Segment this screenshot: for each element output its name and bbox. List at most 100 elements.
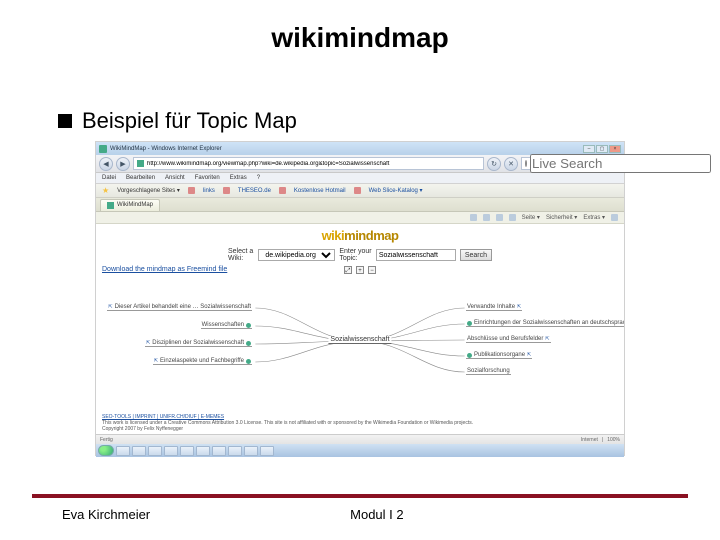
maximize-button[interactable]: ▢ — [596, 145, 608, 153]
safety-menu[interactable]: Sicherheit ▾ — [546, 214, 577, 221]
taskbar-button[interactable] — [148, 446, 162, 456]
home-icon[interactable] — [470, 214, 477, 221]
favlink-c[interactable]: Kostenlose Hotmail — [294, 188, 346, 194]
refresh-button[interactable]: ↻ — [487, 157, 501, 171]
status-done: Fertig — [100, 437, 113, 443]
menu-file[interactable]: Datei — [102, 175, 116, 181]
taskbar-button[interactable] — [132, 446, 146, 456]
mindmap-node[interactable]: Sozialforschung — [466, 368, 511, 375]
forward-button[interactable]: ▶ — [116, 157, 130, 171]
favlink-icon — [223, 187, 230, 194]
taskbar-button[interactable] — [180, 446, 194, 456]
extras-menu[interactable]: Extras ▾ — [583, 214, 605, 221]
help-icon[interactable] — [611, 214, 618, 221]
mindmap-center-node[interactable]: Sozialwissenschaft — [328, 336, 391, 344]
taskbar-button[interactable] — [244, 446, 258, 456]
zoom-in-icon[interactable]: + — [356, 266, 364, 274]
external-link-icon[interactable]: ⇱ — [545, 336, 549, 342]
favlink-b[interactable]: THESEO.de — [238, 188, 271, 194]
mindmap-node[interactable]: ⇱Dieser Artikel behandelt eine … Sozialw… — [107, 304, 252, 311]
expand-icon[interactable] — [246, 359, 251, 364]
favlink-icon — [188, 187, 195, 194]
tab-favicon-icon — [107, 202, 114, 209]
taskbar-button[interactable] — [116, 446, 130, 456]
window-title: WikiMindMap - Windows Internet Explorer — [110, 146, 222, 152]
external-link-icon[interactable]: ⇱ — [146, 340, 150, 346]
close-button[interactable]: × — [609, 145, 621, 153]
status-bar: Fertig Internet | 100% — [96, 434, 624, 444]
zoom-out-icon[interactable]: − — [368, 266, 376, 274]
menu-view[interactable]: Ansicht — [165, 175, 185, 181]
mindmap-node[interactable]: Wissenschaften — [201, 322, 252, 329]
status-zone: Internet — [581, 437, 598, 443]
mindmap-node[interactable]: Verwandte Inhalte⇱ — [466, 304, 522, 311]
topic-label: Enter your Topic: — [339, 248, 372, 262]
favlink-icon — [354, 187, 361, 194]
expand-icon[interactable] — [467, 353, 472, 358]
page-menu[interactable]: Seite ▾ — [522, 214, 540, 221]
external-link-icon[interactable]: ⇱ — [108, 304, 112, 310]
map-tools: ⤢ + − — [344, 266, 376, 274]
mindmap-node[interactable]: ⇱Einzelaspekte und Fachbegriffe — [153, 358, 252, 365]
footer-module: Modul I 2 — [350, 507, 403, 522]
tab-label: WikiMindMap — [117, 202, 153, 208]
page-content: wikimindmap Select a Wiki: de.wikipedia.… — [96, 224, 624, 434]
bullet-item: Beispiel für Topic Map — [58, 108, 297, 134]
external-link-icon[interactable]: ⇱ — [517, 304, 521, 310]
taskbar-button[interactable] — [260, 446, 274, 456]
page-footer: SEO-TOOLS | IMPRINT | UNIFR.CH/DIUF | E-… — [102, 414, 618, 432]
footer-divider — [32, 494, 688, 498]
menu-edit[interactable]: Bearbeiten — [126, 175, 155, 181]
command-bar: Seite ▾ Sicherheit ▾ Extras ▾ — [96, 212, 624, 224]
mindmap-node[interactable]: Publikationsorgane⇱ — [466, 352, 532, 359]
wiki-select-label: Select a Wiki: — [228, 248, 254, 262]
search-controls: Select a Wiki: de.wikipedia.org Enter yo… — [228, 248, 492, 262]
mail-icon[interactable] — [496, 214, 503, 221]
browser-tab[interactable]: WikiMindMap — [100, 199, 160, 211]
menu-extras[interactable]: Extras — [230, 175, 247, 181]
favlink-a[interactable]: links — [203, 188, 215, 194]
mindmap-node[interactable]: ⇱Disziplinen der Sozialwissenschaft — [145, 340, 252, 347]
footer-copyright: Copyright 2007 by Felix Nyffenegger — [102, 426, 183, 432]
print-icon[interactable] — [509, 214, 516, 221]
stop-button[interactable]: ✕ — [504, 157, 518, 171]
expand-icon[interactable] — [246, 341, 251, 346]
mindmap-canvas[interactable]: Sozialwissenschaft ⇱Dieser Artikel behan… — [96, 296, 624, 406]
url-input[interactable] — [147, 161, 480, 167]
expand-icon[interactable] — [467, 321, 472, 326]
browser-search-input[interactable] — [530, 154, 711, 173]
external-link-icon[interactable]: ⇱ — [527, 352, 531, 358]
taskbar-button[interactable] — [164, 446, 178, 456]
address-bar[interactable] — [133, 157, 484, 170]
minimize-button[interactable]: – — [583, 145, 595, 153]
nav-toolbar: ◀ ▶ ↻ ✕ — [96, 155, 624, 173]
favlink-icon — [279, 187, 286, 194]
resize-icon[interactable]: ⤢ — [344, 266, 352, 274]
favlink-d[interactable]: Web Slice-Katalog ▾ — [369, 187, 423, 194]
mindmap-edges — [96, 296, 624, 406]
browser-search[interactable] — [521, 157, 621, 170]
menu-favorites[interactable]: Favoriten — [195, 175, 220, 181]
mindmap-node[interactable]: Abschlüsse und Berufsfelder⇱ — [466, 336, 551, 343]
taskbar-button[interactable] — [228, 446, 242, 456]
feeds-icon[interactable] — [483, 214, 490, 221]
back-button[interactable]: ◀ — [99, 157, 113, 171]
topic-input[interactable] — [376, 249, 456, 261]
favorites-star-icon[interactable]: ★ — [102, 186, 109, 195]
download-freemind-link[interactable]: Download the mindmap as Freemind file — [102, 266, 227, 273]
status-zoom[interactable]: 100% — [607, 437, 620, 443]
mindmap-node[interactable]: Einrichtungen der Sozialwissenschaften a… — [466, 320, 624, 327]
page-favicon-icon — [99, 145, 107, 153]
taskbar-button[interactable] — [212, 446, 226, 456]
menu-help[interactable]: ? — [257, 175, 260, 181]
footer-author: Eva Kirchmeier — [62, 507, 150, 522]
taskbar-button[interactable] — [196, 446, 210, 456]
bullet-text: Beispiel für Topic Map — [82, 108, 297, 134]
search-button[interactable]: Search — [460, 249, 492, 261]
start-button[interactable] — [98, 445, 114, 456]
suggested-sites[interactable]: Vorgeschlagene Sites ▾ — [117, 187, 180, 194]
wiki-select[interactable]: de.wikipedia.org — [258, 249, 335, 261]
search-icon — [525, 160, 527, 167]
expand-icon[interactable] — [246, 323, 251, 328]
external-link-icon[interactable]: ⇱ — [154, 358, 158, 364]
